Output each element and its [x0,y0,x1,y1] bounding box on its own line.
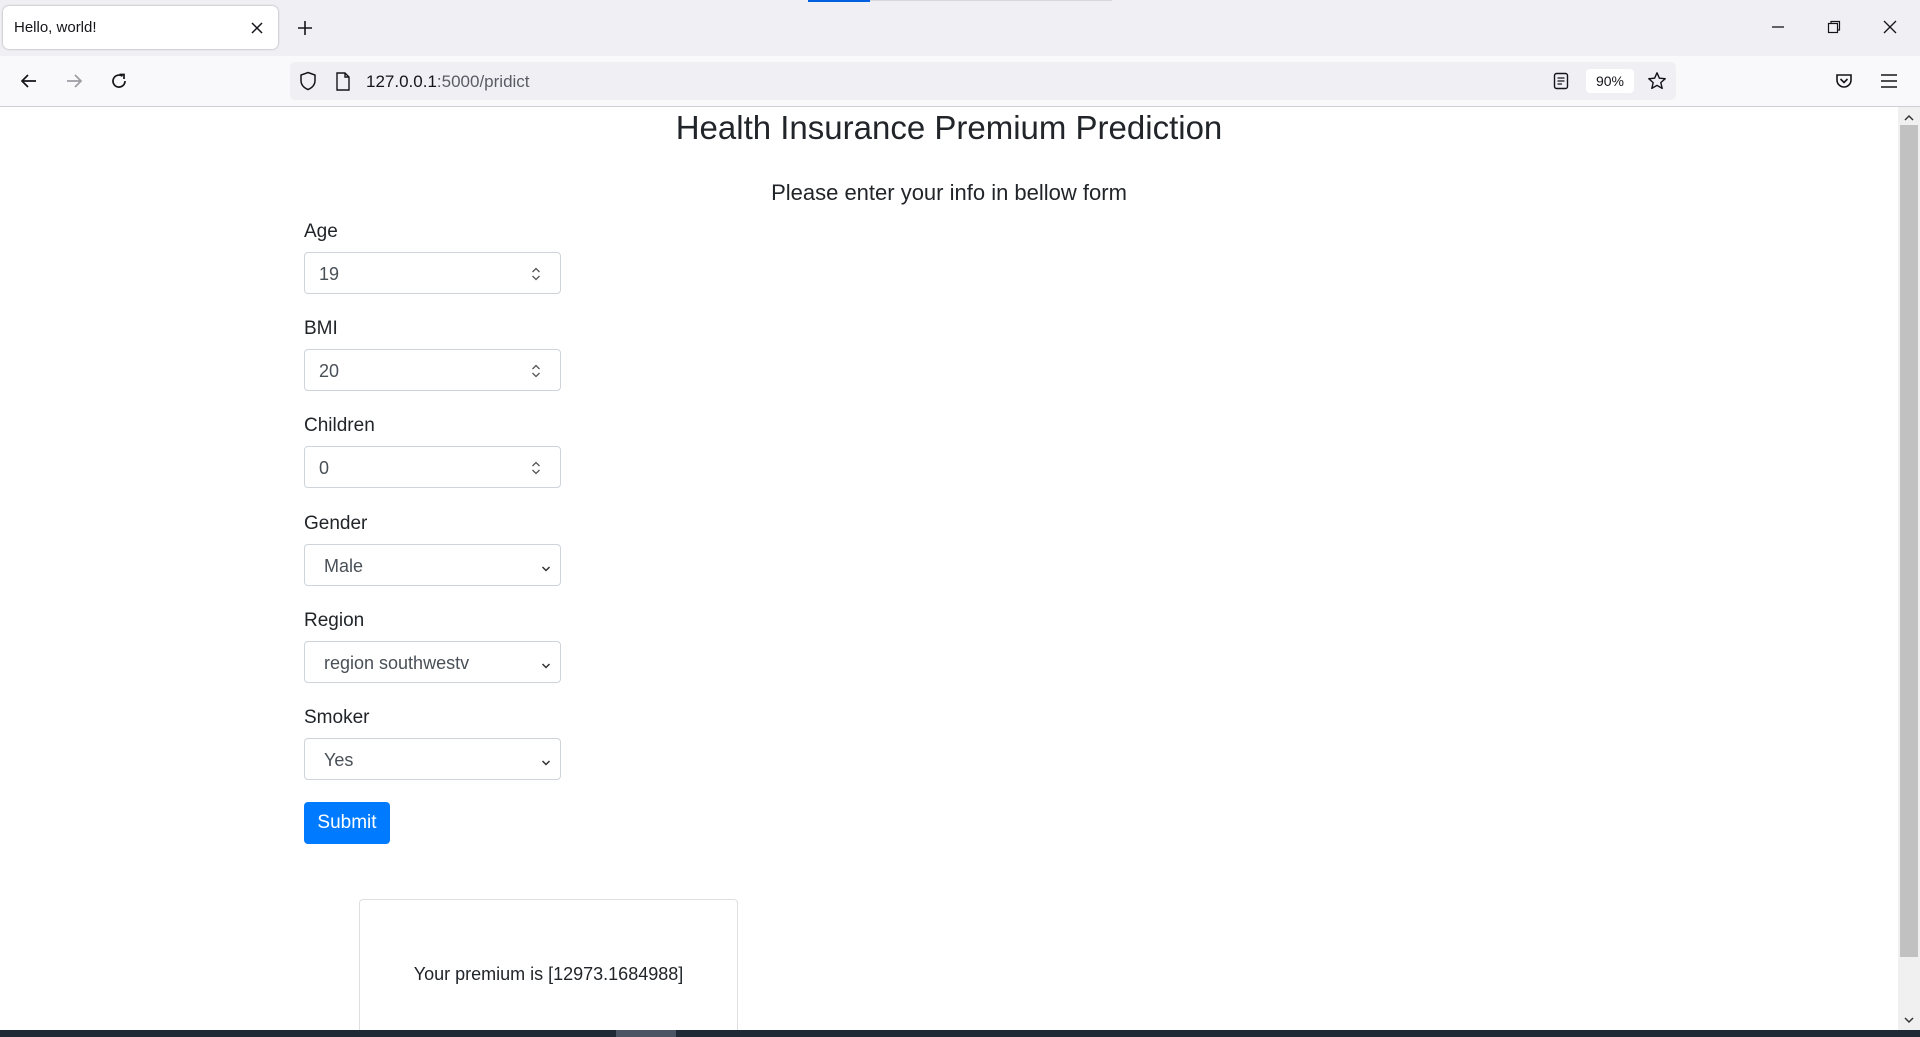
children-field-group: Children 0 [304,415,561,488]
url-host: 127.0.0.1 [366,72,437,91]
url-path: :5000/pridict [436,72,530,91]
bmi-value: 20 [319,361,340,381]
chevron-down-icon [540,753,552,766]
zoom-level-button[interactable]: 90% [1586,69,1634,93]
spinner-icon[interactable] [528,264,544,284]
tab-title: Hello, world! [14,19,97,36]
shield-icon[interactable] [298,71,318,91]
children-input[interactable]: 0 [304,446,561,488]
forward-icon[interactable] [56,63,92,99]
smoker-select[interactable]: Yes [304,738,561,780]
chevron-down-icon[interactable] [1903,1013,1915,1025]
scrollbar-thumb[interactable] [1900,125,1918,957]
children-value: 0 [319,458,330,478]
page-title: Health Insurance Premium Prediction [675,109,1223,146]
smoker-label: Smoker [304,707,370,728]
region-label: Region [304,610,365,631]
children-label: Children [304,415,375,436]
window-close-icon[interactable] [1862,4,1918,50]
url-bar[interactable]: 127.0.0.1:5000/pridict 90% [290,62,1676,100]
smoker-selected: Yes [324,750,354,770]
chevron-down-icon [540,559,552,572]
bmi-label: BMI [304,318,338,339]
smoker-field-group: Smoker Yes [304,707,561,780]
close-icon[interactable] [242,13,272,43]
gender-label: Gender [304,513,368,534]
bmi-input[interactable]: 20 [304,349,561,391]
tab-strip-line [870,0,1112,1]
page-scrollbar[interactable] [1898,107,1920,1030]
taskbar [0,1030,1920,1037]
tab-bar: Hello, world! [0,0,1920,56]
age-label: Age [304,221,338,242]
premium-result: Your premium is [12973.1684988] [413,964,684,984]
back-icon[interactable] [11,63,47,99]
age-value: 19 [319,264,340,284]
reload-icon[interactable] [101,63,137,99]
star-icon[interactable] [1646,70,1668,92]
menu-icon[interactable] [1871,63,1907,99]
region-selected: region southwestv [324,653,470,673]
submit-button[interactable]: Submit [304,802,390,844]
age-field-group: Age 19 [304,221,561,294]
nav-toolbar: 127.0.0.1:5000/pridict 90% [0,56,1920,107]
gender-select[interactable]: Male [304,544,561,586]
spinner-icon[interactable] [528,361,544,381]
gender-field-group: Gender Male [304,513,561,586]
tab-scroll-indicator [808,0,870,2]
browser-tab[interactable]: Hello, world! [3,6,278,49]
chevron-down-icon [540,656,552,669]
spinner-icon[interactable] [528,458,544,478]
minimize-icon[interactable] [1750,4,1806,50]
result-card: Your premium is [12973.1684988] [359,899,738,1030]
chevron-up-icon[interactable] [1903,111,1915,123]
page-content: Health Insurance Premium Prediction Plea… [0,107,1898,1030]
page-icon[interactable] [334,71,352,91]
plus-icon[interactable] [287,11,323,45]
bmi-field-group: BMI 20 [304,318,561,391]
pocket-icon[interactable] [1826,63,1862,99]
restore-icon[interactable] [1806,4,1862,50]
url-text[interactable]: 127.0.0.1:5000/pridict [366,72,530,92]
taskbar-item[interactable] [616,1030,676,1037]
region-select[interactable]: region southwestv [304,641,561,683]
page-subtitle: Please enter your info in bellow form [771,180,1127,205]
reader-view-icon[interactable] [1551,71,1571,91]
region-field-group: Region region southwestv [304,610,561,683]
age-input[interactable]: 19 [304,252,561,294]
gender-selected: Male [324,556,364,576]
